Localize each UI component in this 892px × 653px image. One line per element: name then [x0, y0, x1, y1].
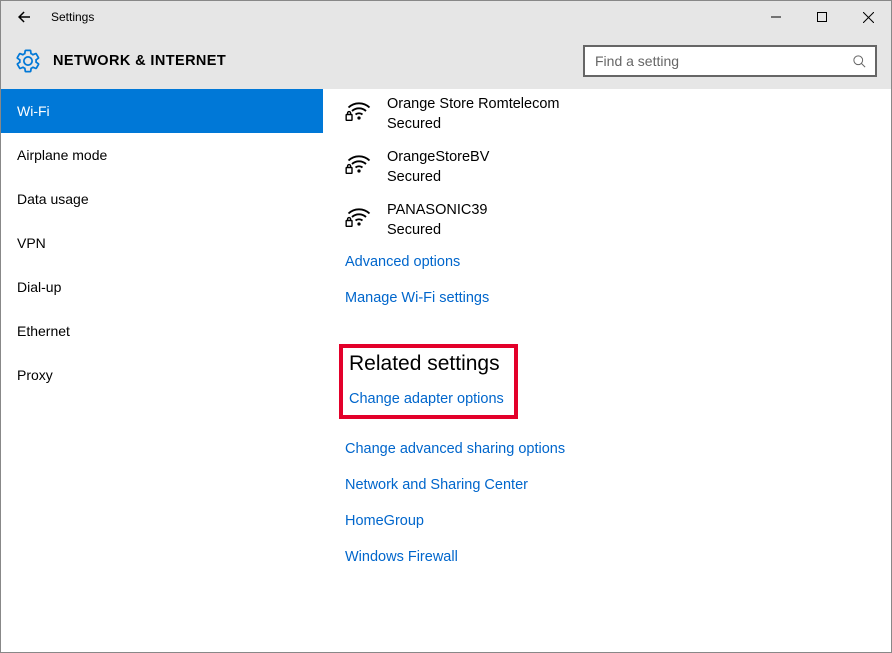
content: Orange Store Romtelecom Secured OrangeSt… [323, 89, 891, 652]
related-links: Change advanced sharing options Network … [345, 441, 891, 585]
wifi-name: PANASONIC39 [387, 201, 487, 221]
wifi-status: Secured [387, 115, 559, 135]
link-network-sharing-center[interactable]: Network and Sharing Center [345, 477, 528, 493]
sidebar-item-wifi[interactable]: Wi-Fi [1, 89, 323, 133]
gear-icon [15, 48, 41, 74]
link-change-advanced-sharing[interactable]: Change advanced sharing options [345, 441, 565, 457]
highlighted-related-settings: Related settings Change adapter options [339, 344, 518, 419]
sidebar-item-label: Wi-Fi [17, 103, 50, 119]
link-windows-firewall[interactable]: Windows Firewall [345, 549, 458, 565]
window-controls [753, 1, 891, 33]
search-input[interactable]: Find a setting [583, 45, 877, 77]
sidebar-item-vpn[interactable]: VPN [1, 221, 323, 265]
wifi-status: Secured [387, 168, 489, 188]
sidebar-item-label: Airplane mode [17, 147, 107, 163]
wifi-network[interactable]: OrangeStoreBV Secured [345, 148, 891, 187]
link-change-adapter-options[interactable]: Change adapter options [349, 391, 504, 407]
settings-window: Settings NETWORK & INTERNET Find a setti… [0, 0, 892, 653]
wifi-info: OrangeStoreBV Secured [387, 148, 489, 187]
related-settings-heading: Related settings [349, 352, 504, 376]
search-icon [852, 54, 867, 69]
wifi-name: OrangeStoreBV [387, 148, 489, 168]
titlebar: Settings [1, 1, 891, 33]
wifi-name: Orange Store Romtelecom [387, 95, 559, 115]
minimize-button[interactable] [753, 1, 799, 33]
sidebar-item-ethernet[interactable]: Ethernet [1, 309, 323, 353]
close-button[interactable] [845, 1, 891, 33]
wifi-network[interactable]: Orange Store Romtelecom Secured [345, 95, 891, 134]
link-homegroup[interactable]: HomeGroup [345, 513, 424, 529]
header-left: NETWORK & INTERNET [15, 48, 226, 74]
wifi-secured-icon [345, 97, 373, 125]
wifi-info: PANASONIC39 Secured [387, 201, 487, 240]
sidebar-item-label: Proxy [17, 367, 53, 383]
page-title: NETWORK & INTERNET [53, 53, 226, 69]
link-manage-wifi-settings[interactable]: Manage Wi-Fi settings [345, 290, 489, 306]
sidebar: Wi-Fi Airplane mode Data usage VPN Dial-… [1, 89, 323, 652]
link-advanced-options[interactable]: Advanced options [345, 254, 460, 270]
sidebar-item-airplane-mode[interactable]: Airplane mode [1, 133, 323, 177]
maximize-icon [817, 12, 827, 22]
minimize-icon [771, 12, 781, 22]
sidebar-item-proxy[interactable]: Proxy [1, 353, 323, 397]
wifi-network[interactable]: PANASONIC39 Secured [345, 201, 891, 240]
window-title: Settings [47, 10, 94, 24]
sidebar-item-label: VPN [17, 235, 46, 251]
titlebar-left: Settings [1, 1, 94, 33]
sidebar-item-label: Dial-up [17, 279, 61, 295]
back-arrow-icon [15, 8, 33, 26]
body: Wi-Fi Airplane mode Data usage VPN Dial-… [1, 89, 891, 652]
back-button[interactable] [1, 1, 47, 33]
sidebar-item-dial-up[interactable]: Dial-up [1, 265, 323, 309]
sidebar-item-label: Data usage [17, 191, 89, 207]
wifi-secured-icon [345, 150, 373, 178]
header: NETWORK & INTERNET Find a setting [1, 33, 891, 89]
sidebar-item-data-usage[interactable]: Data usage [1, 177, 323, 221]
search-placeholder: Find a setting [595, 53, 679, 69]
close-icon [863, 12, 874, 23]
sidebar-item-label: Ethernet [17, 323, 70, 339]
wifi-status: Secured [387, 221, 487, 241]
wifi-secured-icon [345, 203, 373, 231]
maximize-button[interactable] [799, 1, 845, 33]
wifi-info: Orange Store Romtelecom Secured [387, 95, 559, 134]
